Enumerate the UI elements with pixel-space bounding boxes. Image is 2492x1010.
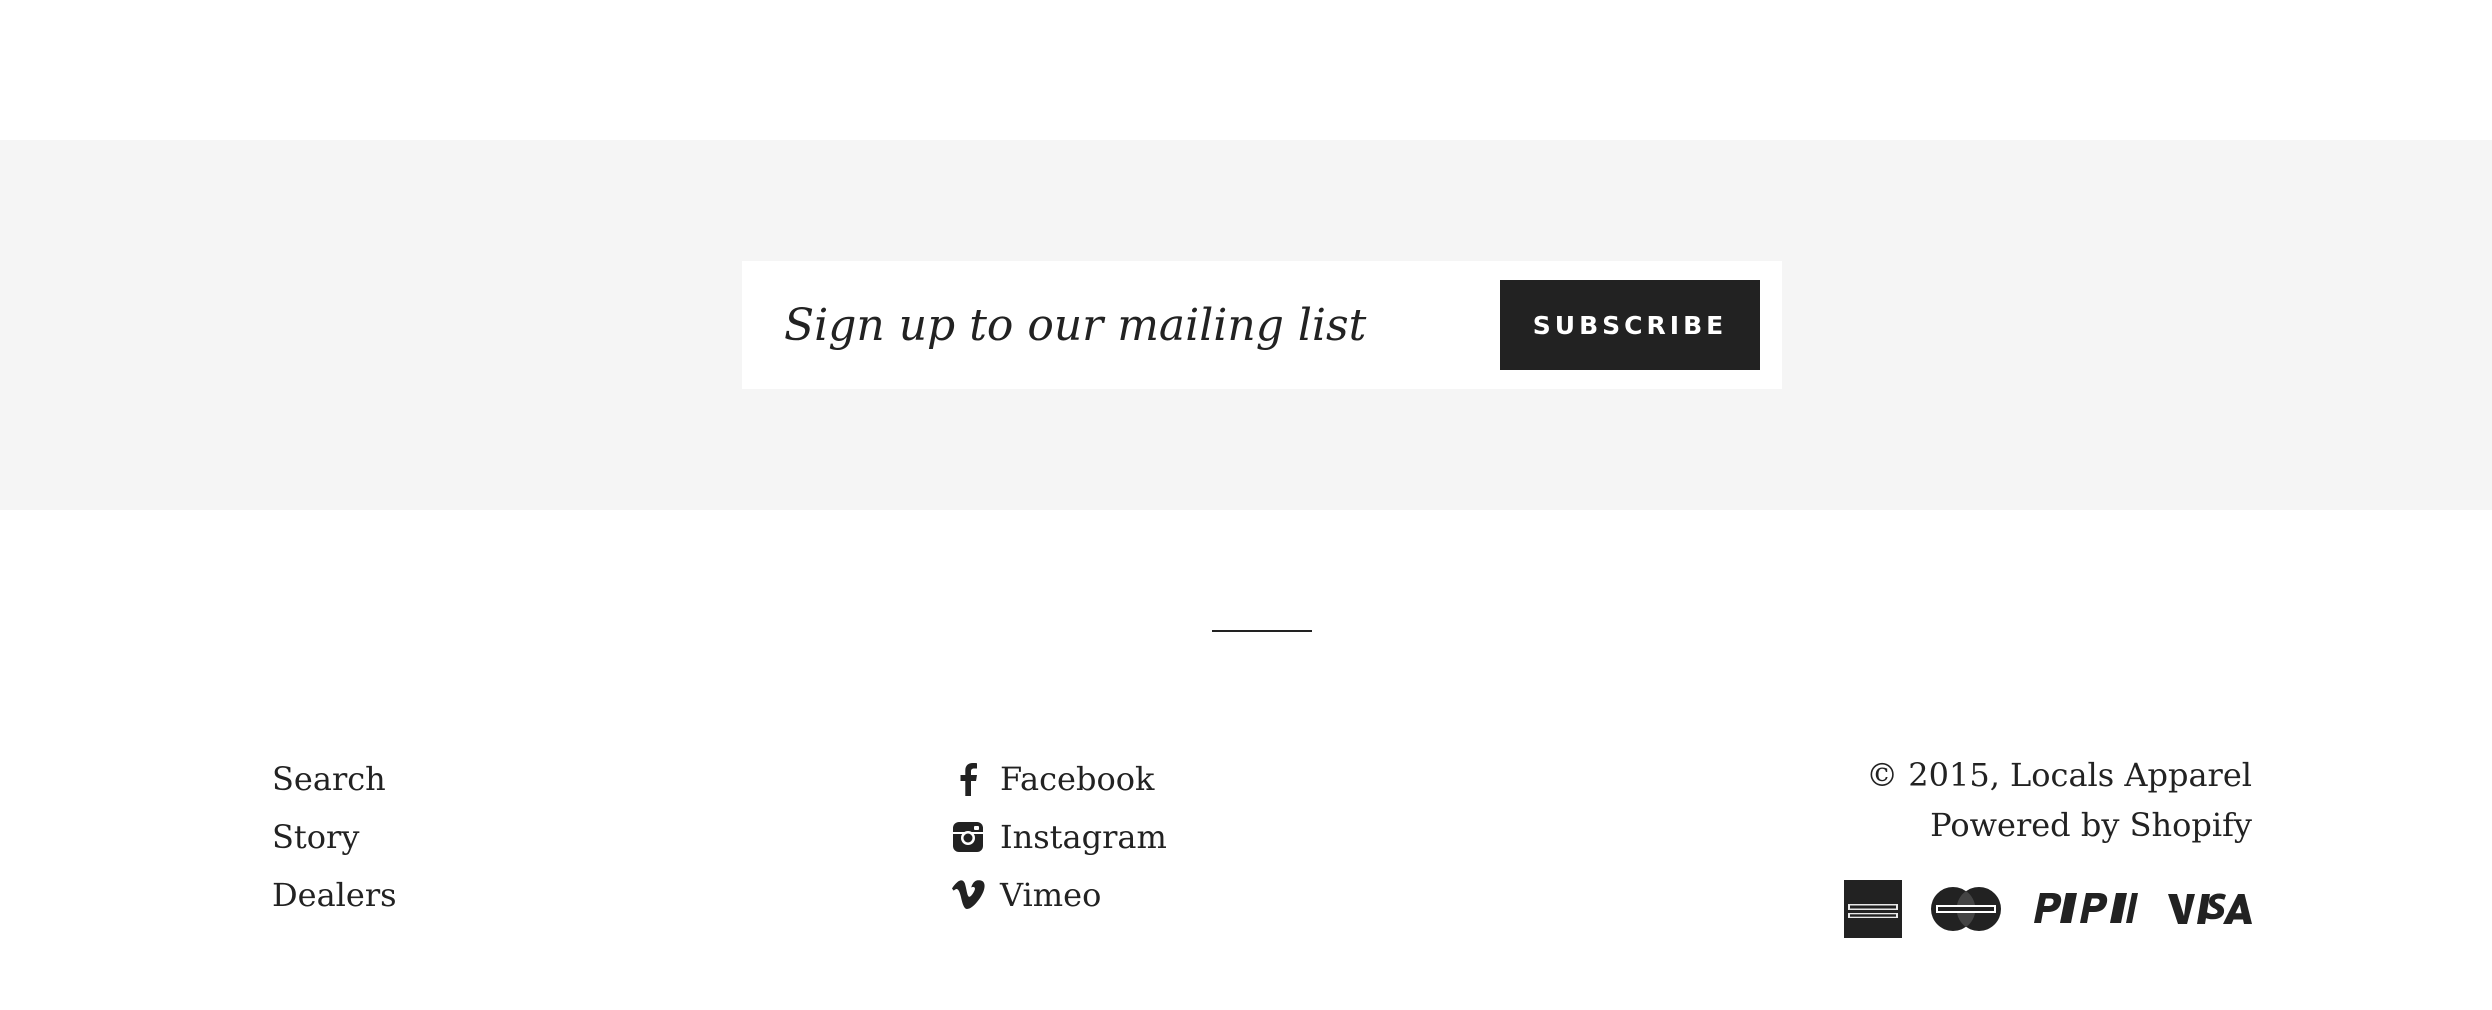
vimeo-icon [950, 877, 986, 913]
footer-link-search[interactable]: Search [272, 750, 397, 808]
newsletter-section: SUBSCRIBE [0, 140, 2492, 510]
social-label-instagram: Instagram [1000, 818, 1167, 856]
footer-link-story[interactable]: Story [272, 808, 397, 866]
footer-legal: © 2015, Locals Apparel Powered by Shopif… [1866, 750, 2252, 850]
footer-link-dealers[interactable]: Dealers [272, 866, 397, 924]
american-express-icon [1844, 880, 1902, 938]
social-links: Facebook Instagram Vimeo [950, 750, 1167, 924]
social-link-facebook[interactable]: Facebook [950, 750, 1167, 808]
copyright-text: © 2015, Locals Apparel [1866, 756, 2252, 794]
social-label-facebook: Facebook [1000, 760, 1155, 798]
social-label-vimeo: Vimeo [1000, 876, 1102, 914]
newsletter-form: SUBSCRIBE [742, 261, 1782, 389]
subscribe-button[interactable]: SUBSCRIBE [1500, 280, 1760, 370]
social-link-instagram[interactable]: Instagram [950, 808, 1167, 866]
visa-icon [2168, 891, 2252, 927]
page: SUBSCRIBE Search Story Dealers Facebook [0, 0, 2492, 1010]
paypal-icon [2030, 889, 2140, 929]
payment-icons [1844, 880, 2252, 938]
email-input[interactable] [742, 261, 1482, 389]
social-link-vimeo[interactable]: Vimeo [950, 866, 1167, 924]
mastercard-icon [1930, 886, 2002, 932]
footer-links: Search Story Dealers [272, 750, 397, 924]
footer-divider [1212, 630, 1312, 632]
instagram-icon [950, 819, 986, 855]
facebook-icon [950, 761, 986, 797]
powered-by-shopify-link[interactable]: Powered by Shopify [1866, 800, 2252, 850]
